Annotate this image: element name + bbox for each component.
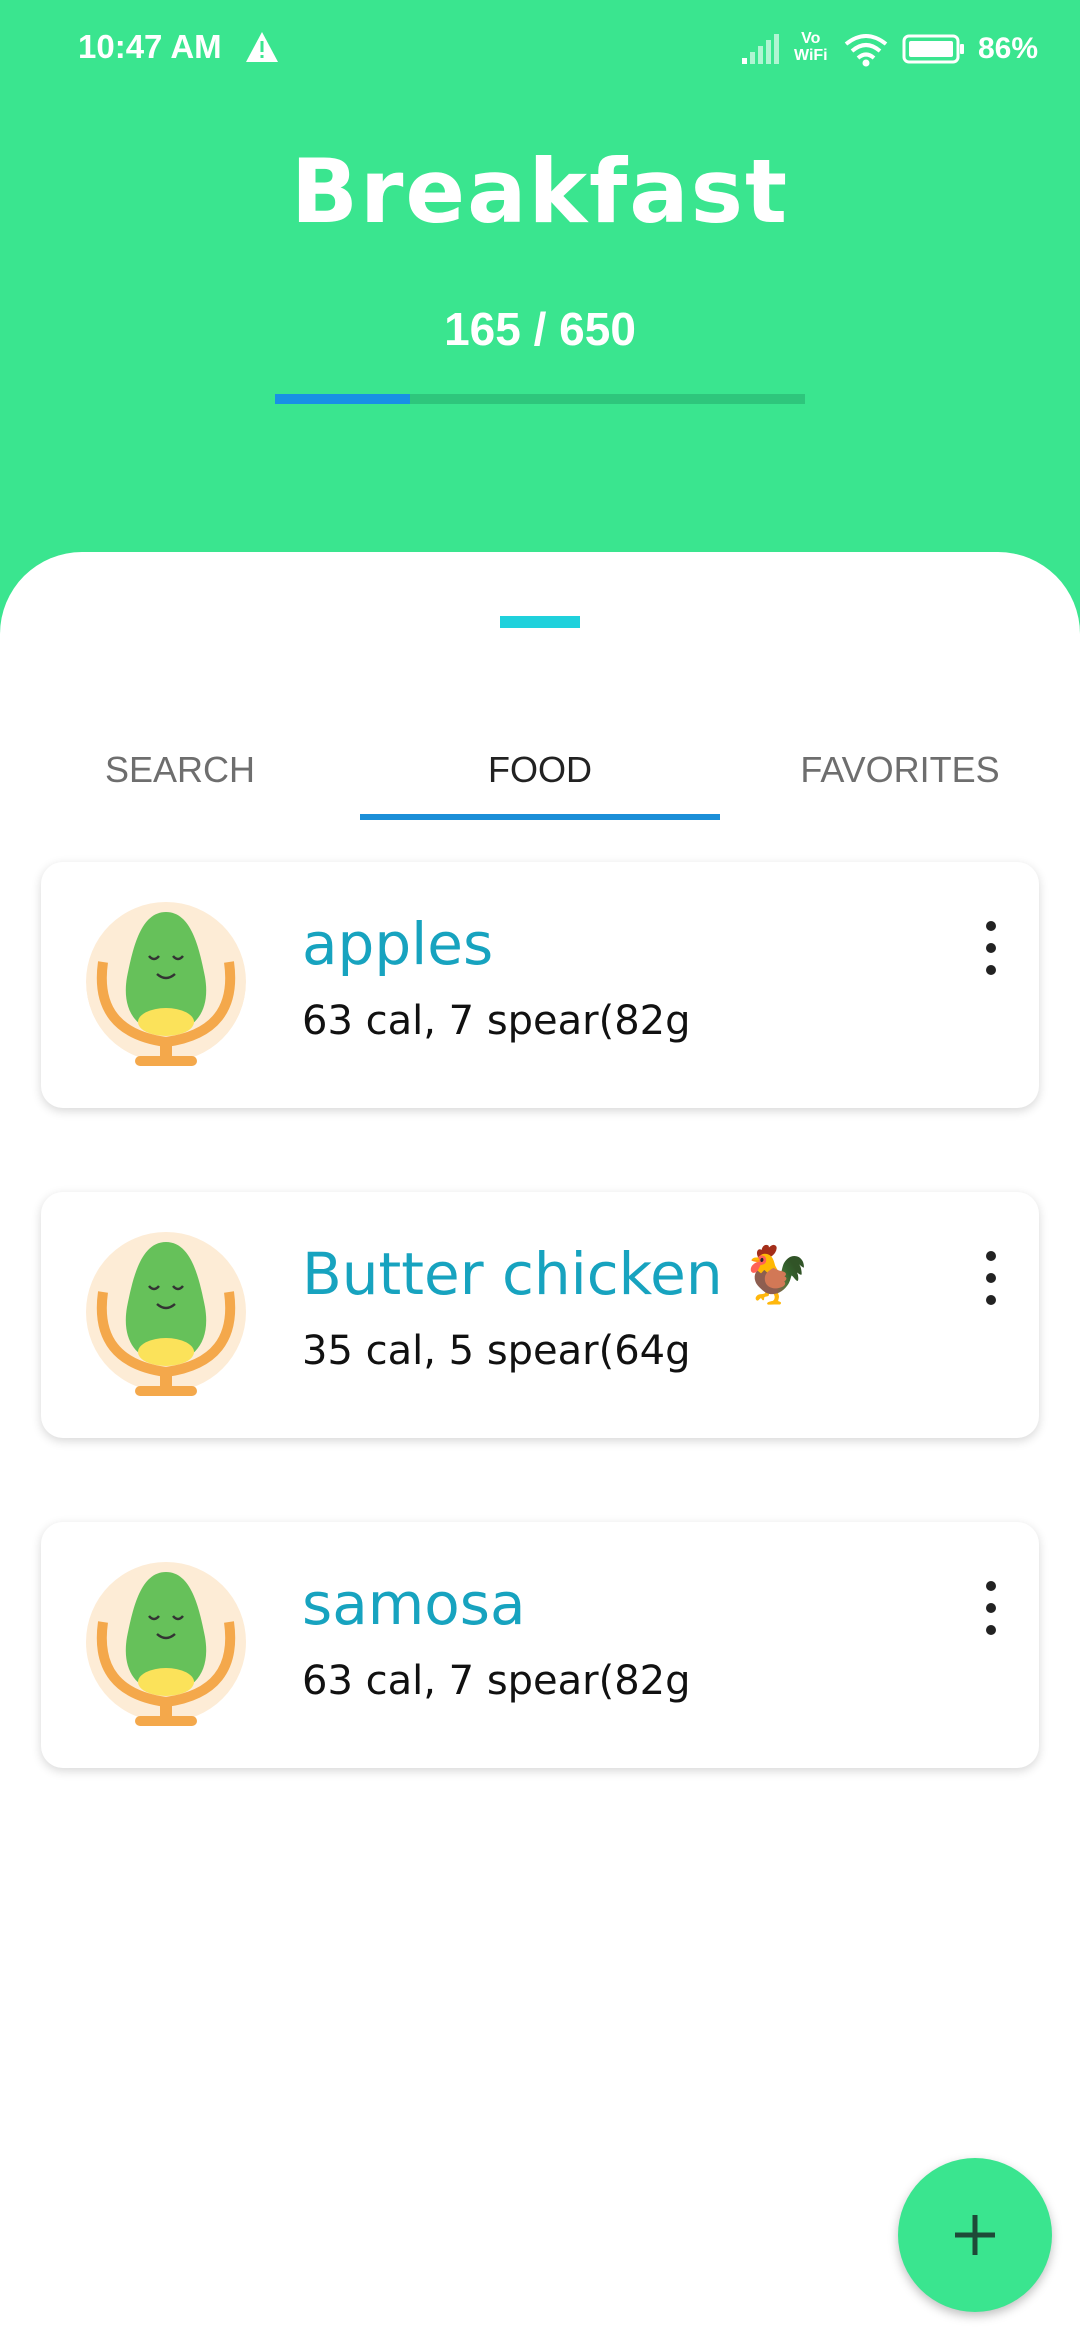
battery-percentage: 86% <box>978 32 1039 65</box>
avocado-avatar-icon <box>86 1232 246 1396</box>
food-name-text: apples <box>302 910 494 978</box>
food-detail: 63 cal, 7 spear(82g <box>302 998 691 1044</box>
avocado-avatar-icon <box>86 902 246 1066</box>
status-bar: 10:47 AM Vo WiFi 86% <box>0 0 1080 100</box>
food-card[interactable]: Butter chicken 🐓 35 cal, 5 spear(64g <box>41 1192 1039 1438</box>
food-name-text: Butter chicken <box>302 1240 723 1308</box>
status-time: 10:47 AM <box>78 28 222 65</box>
app-screen: 10:47 AM Vo WiFi 86% Breakfast 165 / 650… <box>0 0 1080 2340</box>
vowifi-top-label: Vo <box>801 30 821 47</box>
food-name-text: samosa <box>302 1570 526 1638</box>
food-card[interactable]: samosa 63 cal, 7 spear(82g <box>41 1522 1039 1768</box>
food-name: samosa <box>302 1570 526 1638</box>
drag-handle[interactable] <box>500 616 580 628</box>
bottom-sheet: SEARCH FOOD FAVORITES apples 63 cal, 7 s… <box>0 552 1080 2340</box>
food-card[interactable]: apples 63 cal, 7 spear(82g <box>41 862 1039 1108</box>
calorie-progress-text: 165 / 650 <box>444 303 636 355</box>
more-options-icon[interactable] <box>981 1578 1001 1638</box>
wifi-icon <box>844 34 888 67</box>
tab-food[interactable]: FOOD <box>360 722 720 818</box>
meal-title: Breakfast <box>290 140 790 243</box>
avocado-avatar-icon <box>86 1562 246 1726</box>
food-name: Butter chicken 🐓 <box>302 1240 811 1308</box>
food-name: apples <box>302 910 493 978</box>
tab-favorites[interactable]: FAVORITES <box>720 722 1080 818</box>
tab-bar: SEARCH FOOD FAVORITES <box>0 722 1080 818</box>
calorie-progress-fill <box>275 394 410 404</box>
battery-icon <box>902 34 964 64</box>
calorie-progress-bar <box>275 394 805 404</box>
more-options-icon[interactable] <box>981 918 1001 978</box>
vowifi-bottom-label: WiFi <box>794 47 828 64</box>
add-food-button[interactable] <box>898 2158 1052 2312</box>
plus-icon <box>955 2215 995 2255</box>
food-detail: 63 cal, 7 spear(82g <box>302 1658 691 1704</box>
warning-icon <box>246 32 278 62</box>
vowifi-icon: Vo WiFi <box>794 30 828 64</box>
tab-search[interactable]: SEARCH <box>0 722 360 818</box>
signal-icon <box>742 34 779 64</box>
tab-indicator <box>360 814 720 820</box>
food-detail: 35 cal, 5 spear(64g <box>302 1328 691 1374</box>
more-options-icon[interactable] <box>981 1248 1001 1308</box>
chicken-emoji-icon: 🐓 <box>741 1243 811 1308</box>
